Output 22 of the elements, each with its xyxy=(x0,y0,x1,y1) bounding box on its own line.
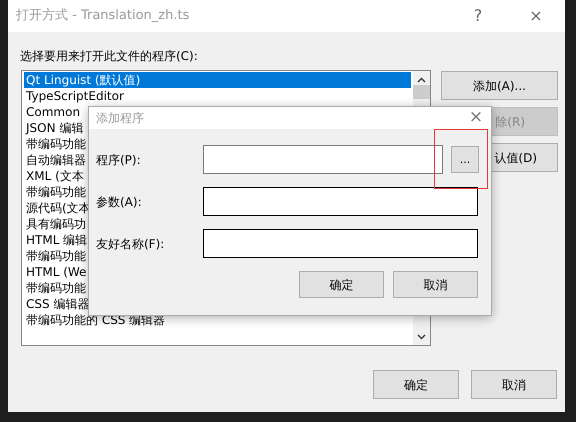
field-label: 参数(A): xyxy=(96,194,143,210)
annotation-box xyxy=(434,129,488,189)
dialog-button[interactable]: 确定 xyxy=(299,271,384,298)
field-label: 友好名称(F): xyxy=(96,236,166,252)
dialog-button[interactable]: 确定 xyxy=(373,370,459,399)
input-field[interactable] xyxy=(203,229,478,258)
dialog-button[interactable]: 取消 xyxy=(471,370,557,399)
dialog-title: 添加程序 xyxy=(96,110,145,127)
scrollbar-thumb[interactable] xyxy=(413,85,430,100)
side-button[interactable]: 添加(A)... xyxy=(441,71,558,100)
input-field[interactable] xyxy=(203,187,478,216)
close-button[interactable]: × xyxy=(461,105,491,131)
browse-button[interactable]: ... xyxy=(451,146,479,173)
input-field[interactable] xyxy=(203,145,443,174)
program-item[interactable]: Qt Linguist (默认值) xyxy=(24,72,411,88)
prompt-label: 选择要用来打开此文件的程序(C): xyxy=(20,48,199,64)
field-label: 程序(P): xyxy=(96,152,142,168)
dialog-button[interactable]: 取消 xyxy=(393,271,478,298)
help-button[interactable]: ? xyxy=(449,4,507,28)
program-item[interactable]: TypeScriptEditor xyxy=(24,88,411,104)
close-button[interactable]: × xyxy=(507,4,565,28)
window-title: 打开方式 - Translation_zh.ts xyxy=(16,7,190,26)
